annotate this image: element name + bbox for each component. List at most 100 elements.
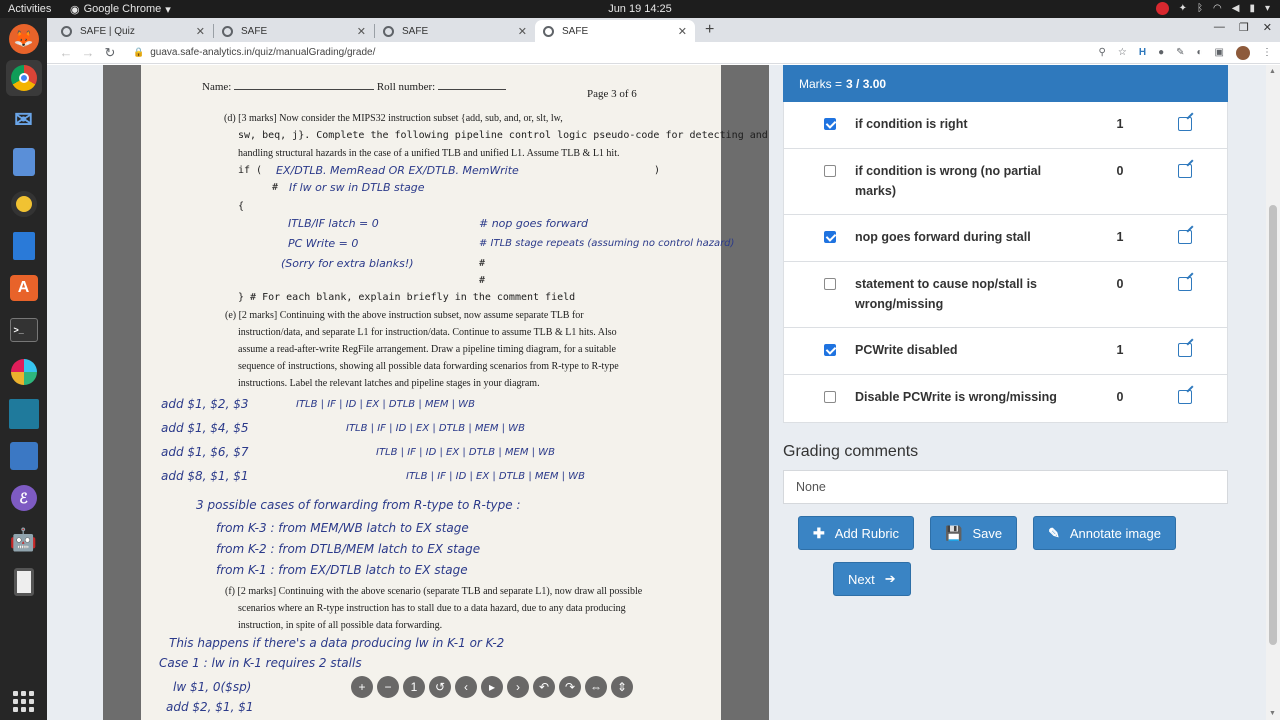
next-image-icon[interactable]: › <box>507 676 529 698</box>
volume-icon[interactable]: ◀ <box>1232 3 1240 14</box>
previous-icon[interactable]: ‹ <box>455 676 477 698</box>
close-icon[interactable]: ✕ <box>678 25 687 38</box>
extension-h-icon[interactable]: H <box>1139 47 1146 58</box>
page-scrollbar[interactable]: ▲ ▼ <box>1266 65 1280 720</box>
edit-icon[interactable] <box>1178 390 1192 404</box>
rubric-row[interactable]: statement to cause nop/stall is wrong/mi… <box>784 262 1227 328</box>
activities-button[interactable]: Activities <box>0 3 70 15</box>
annotate-image-button[interactable]: ✎ Annotate image <box>1033 516 1176 550</box>
extension-puzzle-icon[interactable]: ▣ <box>1215 47 1224 58</box>
rotate-left-icon[interactable]: ↶ <box>533 676 555 698</box>
extension-circle-icon[interactable]: ● <box>1158 47 1164 58</box>
lock-icon[interactable]: 🔒 <box>133 47 144 58</box>
chrome-icon[interactable] <box>5 60 42 96</box>
rubric-row[interactable]: PCWrite disabled 1 <box>784 328 1227 375</box>
browser-tab[interactable]: SAFE ✕ <box>375 20 535 42</box>
rubric-checkbox[interactable] <box>824 165 836 177</box>
scanned-answer-sheet: Name: Roll number: Page 3 of 6 (d) [3 ma… <box>141 65 768 720</box>
system-tray[interactable]: ✦ ᛒ ◠ ◀ ▮ ▾ <box>1155 2 1270 15</box>
extension-pen-icon[interactable]: ✎ <box>1176 47 1184 58</box>
next-button[interactable]: Next ➔ <box>833 562 911 596</box>
save-label: Save <box>972 525 1003 541</box>
close-icon[interactable]: ✕ <box>357 25 366 38</box>
rubric-row[interactable]: Disable PCWrite is wrong/missing 0 <box>784 375 1227 422</box>
forward-icon[interactable]: → <box>77 45 99 60</box>
terminal-icon[interactable]: >_ <box>6 312 42 348</box>
new-tab-icon[interactable]: + <box>695 21 724 42</box>
emacs-icon[interactable]: ℰ <box>6 480 42 516</box>
address-bar[interactable]: 🔒 guava.safe-analytics.in/quiz/manualGra… <box>127 44 1099 62</box>
flip-vertical-icon[interactable]: ⇕ <box>611 676 633 698</box>
rubric-checkbox[interactable] <box>824 391 836 403</box>
next-label: Next <box>848 571 875 587</box>
minimize-icon[interactable]: — <box>1214 21 1225 34</box>
edit-icon[interactable] <box>1178 117 1192 131</box>
zoom-in-icon[interactable]: + <box>351 676 373 698</box>
browser-tab[interactable]: SAFE ✕ <box>214 20 374 42</box>
close-window-icon[interactable]: ✕ <box>1263 21 1272 34</box>
wifi-icon[interactable]: ◠ <box>1213 3 1222 14</box>
scrollbar-thumb[interactable] <box>1269 205 1277 645</box>
close-icon[interactable]: ✕ <box>518 25 527 38</box>
rubric-text: statement to cause nop/stall is wrong/mi… <box>855 277 1037 311</box>
scan-question-line: instructions. Label the relevant latches… <box>238 378 540 389</box>
rhythmbox-icon[interactable] <box>6 186 42 222</box>
rubric-row[interactable]: nop goes forward during stall 1 <box>784 215 1227 262</box>
rubric-checkbox[interactable] <box>824 278 836 290</box>
app-menu[interactable]: ◉ Google Chrome ▾ <box>70 3 171 16</box>
rubric-row[interactable]: if condition is right 1 <box>784 102 1227 149</box>
one-to-one-icon[interactable]: 1 <box>403 676 425 698</box>
media-icon[interactable] <box>6 564 42 600</box>
blank-line <box>234 80 375 90</box>
rubric-row[interactable]: if condition is wrong (no partial marks)… <box>784 149 1227 215</box>
marks-label: Marks = <box>799 76 843 91</box>
grading-comment-input[interactable]: None <box>783 470 1228 504</box>
extension-sync-icon[interactable]: ◐ <box>1197 47 1203 58</box>
rubric-checkbox[interactable] <box>824 344 836 356</box>
reset-icon[interactable]: ↺ <box>429 676 451 698</box>
close-icon[interactable]: ✕ <box>196 25 205 38</box>
menu-dots-icon[interactable]: ⋮ <box>1262 47 1272 58</box>
zoom-icon[interactable]: ⚲ <box>1099 47 1106 58</box>
back-icon[interactable]: ← <box>55 45 77 60</box>
rubric-checkbox[interactable] <box>824 231 836 243</box>
reload-icon[interactable]: ↻ <box>99 45 121 61</box>
show-applications-icon[interactable] <box>13 691 34 712</box>
browser-tab[interactable]: SAFE | Quiz ✕ <box>53 20 213 42</box>
slack-icon[interactable] <box>6 354 42 390</box>
save-button[interactable]: 💾 Save <box>930 516 1018 550</box>
rubric-checkbox[interactable] <box>824 118 836 130</box>
android-icon[interactable]: 🤖 <box>6 522 42 558</box>
dropbox-icon[interactable]: ✦ <box>1179 3 1187 14</box>
edit-icon[interactable] <box>1178 230 1192 244</box>
record-icon[interactable] <box>1155 2 1169 15</box>
software-icon[interactable]: A <box>6 270 42 306</box>
rubric-text: if condition is right <box>855 117 968 131</box>
browser-tab-active[interactable]: SAFE ✕ <box>535 20 695 42</box>
flip-horizontal-icon[interactable]: ⇔ <box>585 676 607 698</box>
add-rubric-button[interactable]: ✚ Add Rubric <box>798 516 915 550</box>
answer-image-pane[interactable]: Name: Roll number: Page 3 of 6 (d) [3 ma… <box>103 65 769 720</box>
thunderbird-icon[interactable]: ✉ <box>6 102 42 138</box>
rotate-right-icon[interactable]: ↷ <box>559 676 581 698</box>
presentation-icon[interactable] <box>6 438 42 474</box>
restore-icon[interactable]: ❐ <box>1239 21 1249 34</box>
scroll-up-icon[interactable]: ▲ <box>1269 68 1276 75</box>
play-icon[interactable]: ▸ <box>481 676 503 698</box>
zoom-out-icon[interactable]: − <box>377 676 399 698</box>
chevron-down-icon[interactable]: ▾ <box>1265 3 1270 14</box>
scroll-down-icon[interactable]: ▼ <box>1269 710 1276 717</box>
battery-icon[interactable]: ▮ <box>1249 3 1255 14</box>
handwritten-answer: from K-2 : from DTLB/MEM latch to EX sta… <box>216 542 481 556</box>
profile-avatar[interactable] <box>1236 45 1250 60</box>
clock[interactable]: Jun 19 14:25 <box>0 3 1280 15</box>
screen-icon[interactable] <box>6 396 42 432</box>
bookmark-star-icon[interactable]: ☆ <box>1118 47 1127 58</box>
writer-icon[interactable] <box>6 228 42 264</box>
edit-icon[interactable] <box>1178 343 1192 357</box>
bluetooth-icon[interactable]: ᛒ <box>1197 3 1203 14</box>
edit-icon[interactable] <box>1178 277 1192 291</box>
edit-icon[interactable] <box>1178 164 1192 178</box>
firefox-icon[interactable]: 🦊 <box>8 24 39 54</box>
notes-icon[interactable] <box>6 144 42 180</box>
